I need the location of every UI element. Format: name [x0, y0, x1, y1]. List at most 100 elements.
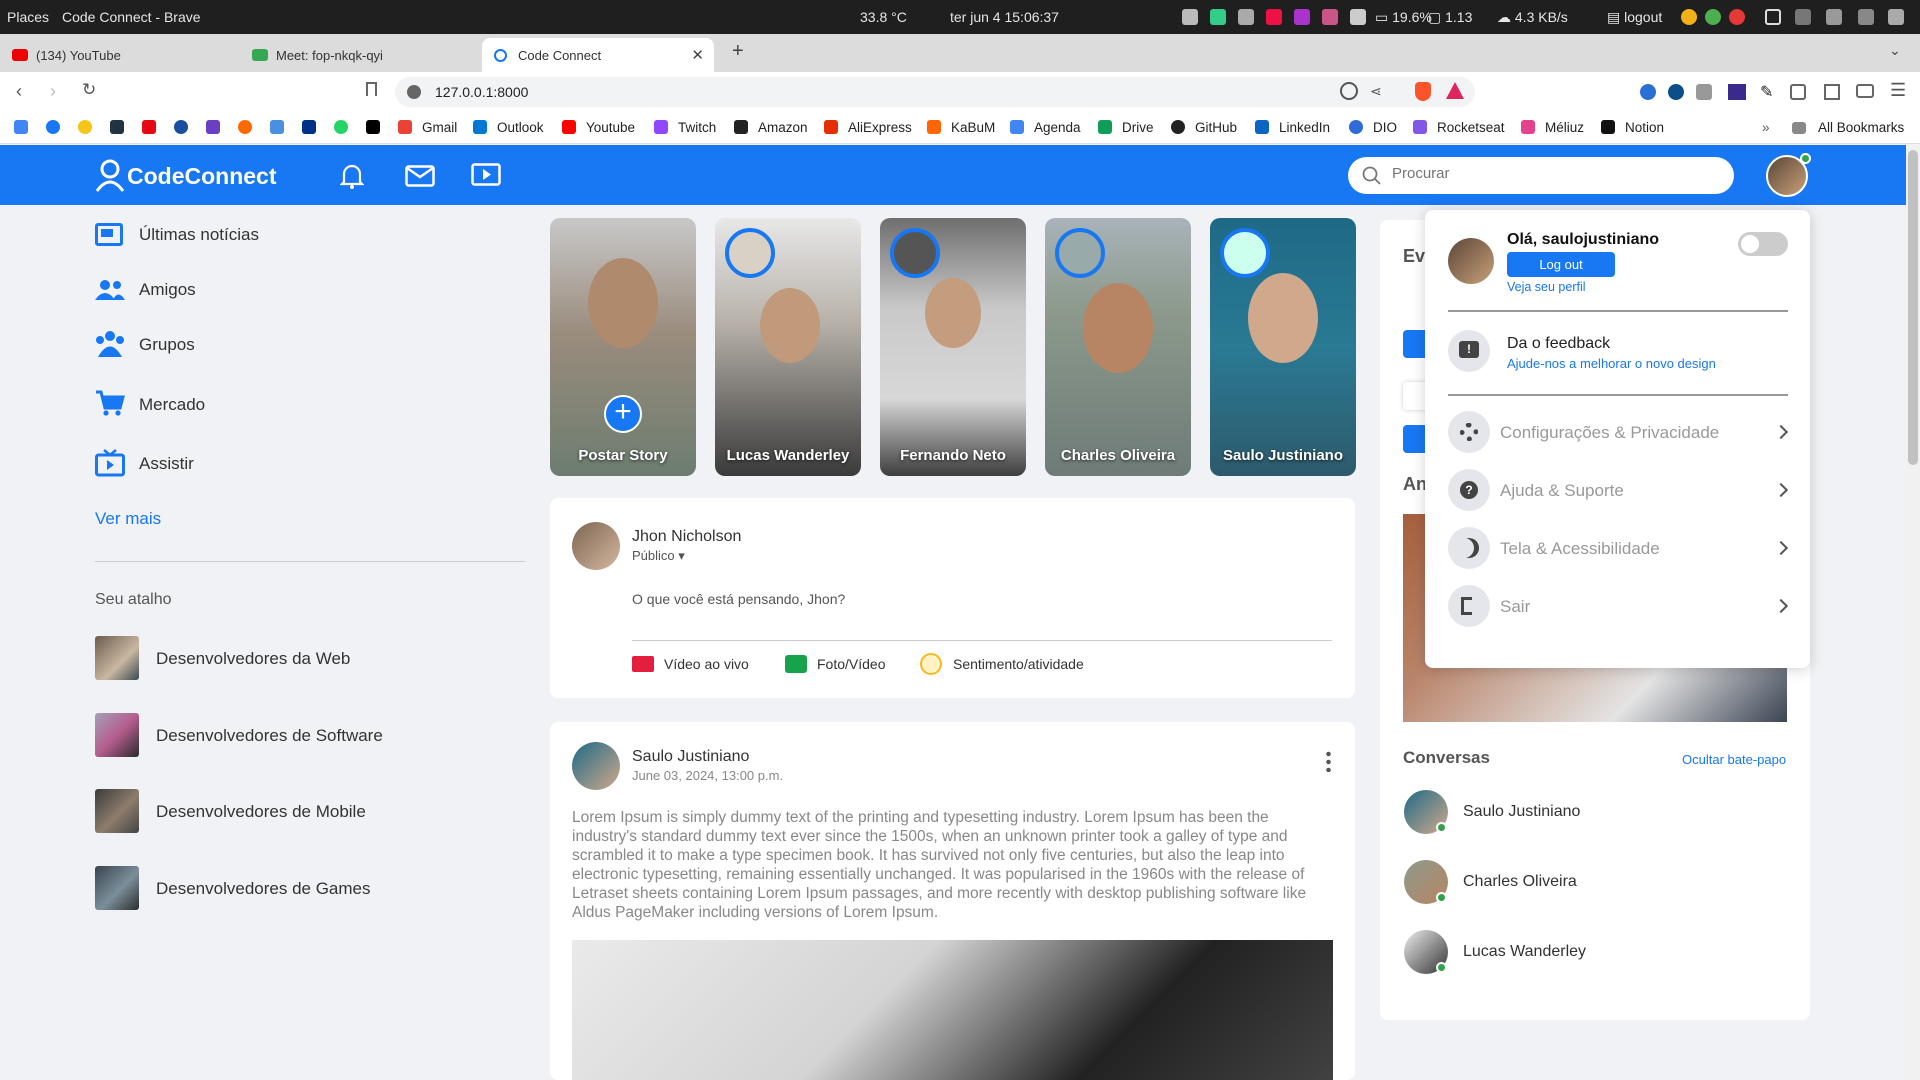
weather-temp[interactable]: 33.8 °C	[860, 9, 907, 25]
story-card[interactable]: Saulo Justiniano	[1210, 218, 1356, 476]
bookmark-icon[interactable]	[366, 82, 377, 96]
dio-icon[interactable]	[1349, 120, 1363, 134]
add-story-plus-icon[interactable]: +	[604, 395, 642, 433]
shield-tray-icon[interactable]	[1210, 9, 1226, 25]
more-options-icon[interactable]	[1326, 750, 1331, 772]
extension-icon[interactable]	[1728, 84, 1746, 100]
shortcut-mobile-devs[interactable]: Desenvolvedores de Mobile	[156, 802, 366, 822]
extension-tray-icon[interactable]	[1182, 9, 1198, 25]
zoom-icon[interactable]	[1340, 82, 1358, 100]
brand-name[interactable]: CodeConnect	[127, 163, 277, 190]
story-card[interactable]: Charles Oliveira	[1045, 218, 1191, 476]
menu-item-help[interactable]: Ajuda & Suporte	[1500, 481, 1624, 501]
story-card-post[interactable]: + Postar Story	[550, 218, 696, 476]
gear-icon[interactable]	[1448, 411, 1490, 453]
sidebar-item-news[interactable]: Últimas notícias	[139, 225, 259, 245]
translate-icon[interactable]	[270, 120, 284, 134]
logo-user-icon[interactable]	[94, 158, 126, 192]
gmail-icon[interactable]	[398, 120, 412, 134]
shortcut-game-devs[interactable]: Desenvolvedores de Games	[156, 879, 371, 899]
dropdown-avatar[interactable]	[1448, 238, 1494, 284]
photo-icon[interactable]	[785, 655, 807, 673]
brave-rewards-icon[interactable]	[1446, 82, 1464, 99]
mail-icon[interactable]	[405, 165, 435, 187]
calendar-icon[interactable]	[1010, 120, 1024, 134]
live-video-icon[interactable]	[632, 656, 654, 672]
facebook-icon[interactable]	[46, 120, 60, 134]
drive-icon[interactable]	[1098, 120, 1112, 134]
bookmark-rocketseat[interactable]: Rocketseat	[1437, 120, 1505, 135]
contact-name[interactable]: Saulo Justiniano	[1463, 803, 1580, 821]
bookmark-icon[interactable]	[110, 120, 124, 134]
tab-code-connect[interactable]: Code Connect ✕	[482, 38, 714, 72]
forward-icon[interactable]: ›	[50, 81, 56, 102]
bookmark-aliexpress[interactable]: AliExpress	[848, 120, 912, 135]
help-icon[interactable]: ?	[1448, 469, 1490, 511]
contact-name[interactable]: Charles Oliveira	[1463, 873, 1577, 891]
maximize-dot-icon[interactable]	[1705, 9, 1721, 25]
feedback-icon[interactable]: !	[1448, 330, 1490, 372]
bookmark-twitch[interactable]: Twitch	[678, 120, 716, 135]
app-tray-icon[interactable]	[1266, 9, 1282, 25]
bell-icon[interactable]	[340, 163, 364, 189]
logout-indicator[interactable]: ▤ logout	[1607, 9, 1662, 26]
bookmark-linkedin[interactable]: LinkedIn	[1279, 120, 1330, 135]
netflix-icon[interactable]	[142, 120, 156, 134]
bookmark-github[interactable]: GitHub	[1195, 120, 1237, 135]
feedback-subtitle[interactable]: Ajude-nos a melhorar o novo design	[1507, 356, 1716, 371]
volume-icon[interactable]	[1826, 9, 1842, 25]
shortcut-thumbnail[interactable]	[95, 713, 139, 757]
twitch-icon[interactable]	[654, 120, 668, 134]
brave-shields-icon[interactable]	[1415, 82, 1431, 101]
sidebar-toggle-icon[interactable]	[1824, 84, 1840, 100]
url-text[interactable]: 127.0.0.1:8000	[435, 84, 528, 100]
youtube-icon[interactable]	[562, 120, 576, 134]
shortcut-thumbnail[interactable]	[95, 866, 139, 910]
whatsapp-icon[interactable]	[334, 120, 348, 134]
shortcut-software-devs[interactable]: Desenvolvedores de Software	[156, 726, 383, 746]
feeling-activity-button[interactable]: Sentimento/atividade	[953, 656, 1084, 672]
bluetooth-icon[interactable]	[1795, 9, 1811, 25]
extension-icon[interactable]	[1668, 84, 1684, 100]
scrollbar-thumb[interactable]	[1908, 150, 1918, 465]
close-tab-icon[interactable]: ✕	[691, 46, 704, 64]
photo-video-button[interactable]: Foto/Vídeo	[817, 656, 886, 672]
logout-icon[interactable]	[1448, 585, 1490, 627]
screen-icon[interactable]	[1765, 9, 1781, 25]
sidebar-item-friends[interactable]: Amigos	[139, 280, 196, 300]
bookmark-amazon[interactable]: Amazon	[758, 120, 808, 135]
omnibox[interactable]: 127.0.0.1:8000 ⋖	[395, 77, 1475, 107]
smile-icon[interactable]	[920, 653, 942, 675]
bookmark-meliuz[interactable]: Méliuz	[1545, 120, 1584, 135]
meliuz-icon[interactable]	[1521, 120, 1535, 134]
see-more-link[interactable]: Ver mais	[95, 509, 161, 529]
bookmark-outlook[interactable]: Outlook	[497, 120, 544, 135]
rocketseat-icon[interactable]	[1413, 120, 1427, 134]
bookmark-drive[interactable]: Drive	[1122, 120, 1154, 135]
extension-icon[interactable]	[1640, 84, 1656, 100]
linkedin-icon[interactable]	[1255, 120, 1269, 134]
places-menu[interactable]: Places	[7, 9, 49, 25]
sidebar-item-market[interactable]: Mercado	[139, 395, 205, 415]
post-author-avatar[interactable]	[572, 742, 620, 790]
friends-icon[interactable]	[95, 279, 125, 301]
shortcut-thumbnail[interactable]	[95, 636, 139, 680]
github-icon[interactable]	[1171, 120, 1185, 134]
menu-item-settings[interactable]: Configurações & Privacidade	[1500, 423, 1719, 443]
bookmark-agenda[interactable]: Agenda	[1034, 120, 1081, 135]
view-profile-link[interactable]: Veja seu perfil	[1507, 280, 1586, 294]
logout-button[interactable]: Log out	[1507, 252, 1615, 277]
reload-icon[interactable]: ↻	[82, 80, 96, 100]
tab-meet[interactable]: Meet: fop-nkqk-qyi	[240, 38, 475, 72]
menu-item-display[interactable]: Tela & Acessibilidade	[1500, 539, 1660, 559]
kabum-icon[interactable]	[927, 120, 941, 134]
menu-item-exit[interactable]: Sair	[1500, 597, 1530, 617]
all-bookmarks[interactable]: All Bookmarks	[1818, 120, 1904, 135]
google-icon[interactable]	[14, 120, 28, 134]
wallet-icon[interactable]	[1856, 84, 1874, 98]
hide-chat-link[interactable]: Ocultar bate-papo	[1682, 752, 1786, 767]
back-icon[interactable]: ‹	[16, 81, 22, 102]
extension-icon[interactable]	[1696, 84, 1712, 100]
sidebar-item-watch[interactable]: Assistir	[139, 454, 194, 474]
search-box[interactable]	[1348, 157, 1734, 194]
